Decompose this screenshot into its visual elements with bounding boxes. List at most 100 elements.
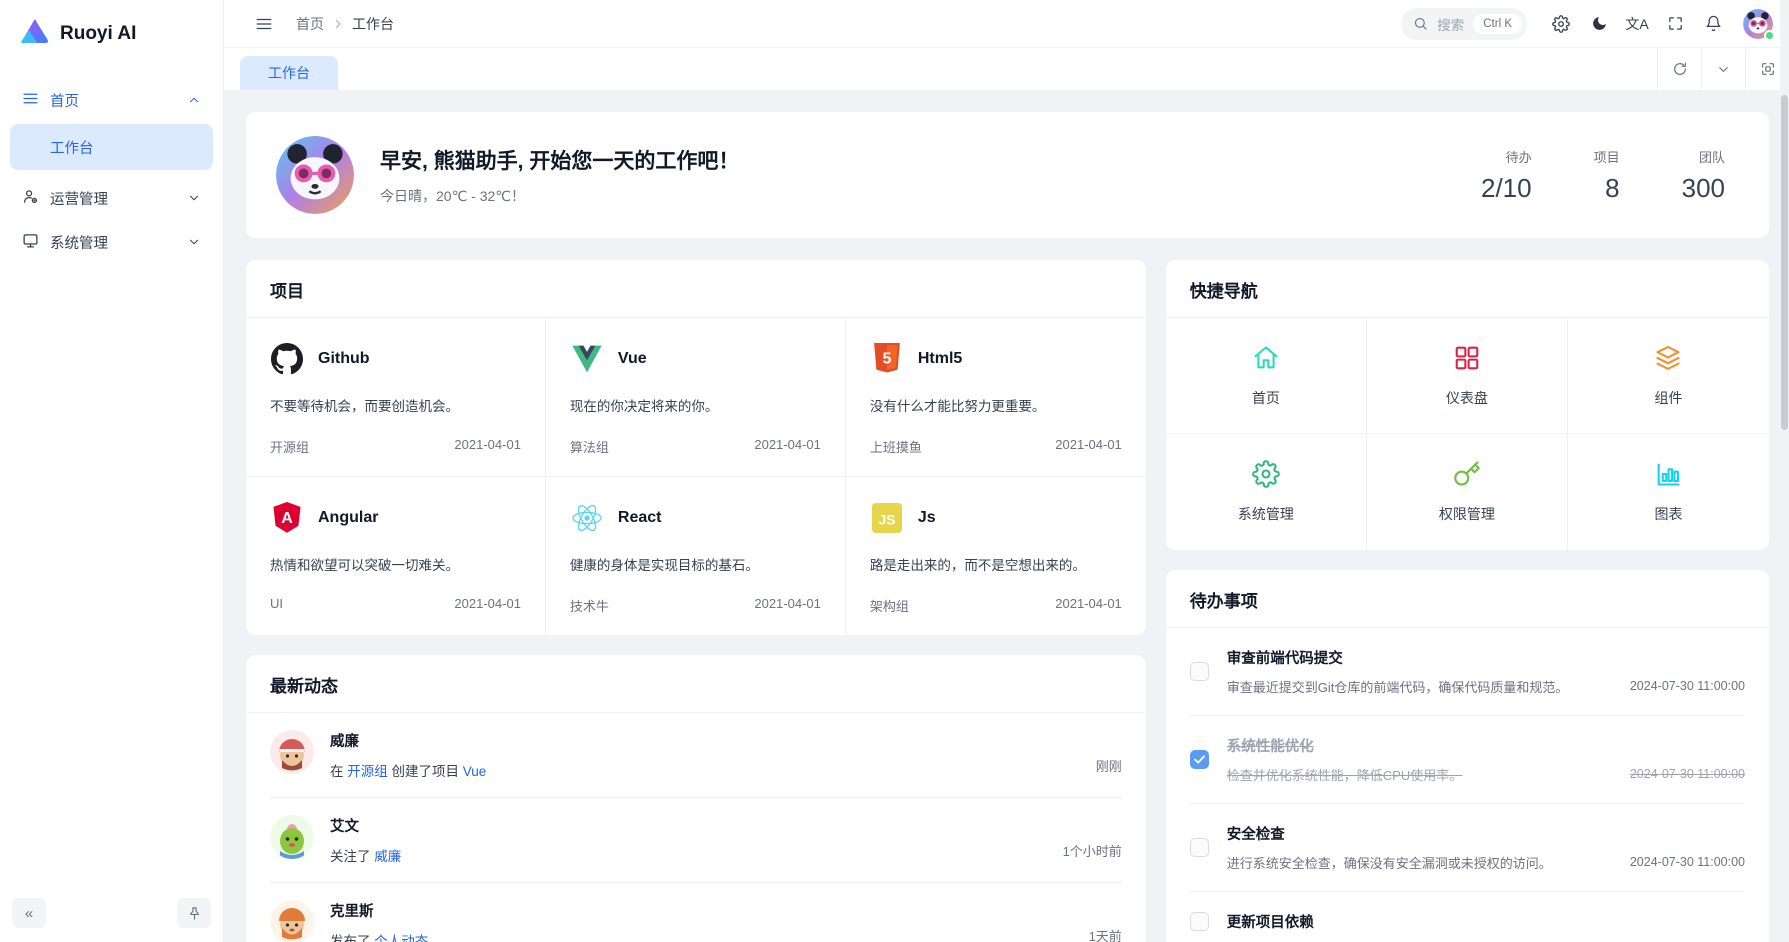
header-actions: 搜索 Ctrl K 文A [1401, 8, 1773, 40]
breadcrumb-current: 工作台 [352, 14, 394, 34]
welcome-title: 早安, 熊猫助手, 开始您一天的工作吧！ [380, 145, 739, 175]
main-area: 首页 工作台 搜索 Ctrl K [224, 0, 1789, 942]
refresh-icon[interactable] [1657, 48, 1701, 90]
activity-link-feed[interactable]: 个人动态 [374, 934, 428, 942]
activity-link-project[interactable]: Vue [463, 764, 487, 779]
project-card-js[interactable]: JS Js 路是走出来的，而不是空想出来的。 架构组2021-04-01 [846, 477, 1146, 635]
chevron-down-icon [187, 235, 201, 249]
app-logo[interactable]: Ruoyi AI [0, 0, 223, 64]
sidebar-item-label: 系统管理 [50, 232, 108, 253]
project-date: 2021-04-01 [754, 437, 821, 456]
todo-checkbox[interactable] [1190, 662, 1209, 681]
project-group: 技术牛 [570, 596, 609, 615]
fullscreen-icon[interactable] [1659, 8, 1691, 40]
welcome-subtitle: 今日晴，20℃ - 32℃！ [380, 186, 739, 206]
project-card-github[interactable]: Github 不要等待机会，而要创造机会。 开源组2021-04-01 [246, 318, 546, 477]
activity-row: 威廉 在 开源组 创建了项目 Vue 刚刚 [270, 713, 1122, 797]
tab-workbench[interactable]: 工作台 [240, 56, 338, 90]
project-group: 架构组 [870, 596, 909, 615]
menu-icon [22, 90, 39, 111]
project-date: 2021-04-01 [754, 596, 821, 615]
projects-title: 项目 [246, 260, 1146, 318]
evan-avatar [270, 815, 314, 865]
todo-checkbox[interactable] [1190, 838, 1209, 857]
search-input[interactable]: 搜索 Ctrl K [1401, 8, 1527, 40]
panda-avatar [276, 136, 354, 214]
project-card-angular[interactable]: A Angular 热情和欲望可以突破一切难关。 UI2021-04-01 [246, 477, 546, 635]
stat-todo: 待办 2/10 [1481, 147, 1532, 204]
project-card-react[interactable]: React 健康的身体是实现目标的基石。 技术牛2021-04-01 [546, 477, 846, 635]
user-gear-icon [22, 188, 39, 209]
hamburger-icon[interactable] [248, 8, 280, 40]
gear-icon[interactable] [1545, 8, 1577, 40]
app-root: Ruoyi AI 首页 工作台 运营管理 [0, 0, 1789, 942]
project-card-html5[interactable]: 5 Html5 没有什么才能比努力更重要。 上班摸鱼2021-04-01 [846, 318, 1146, 477]
sidebar-item-label: 工作台 [50, 137, 94, 158]
stat-team: 团队 300 [1682, 147, 1725, 204]
chevron-down-icon[interactable] [1701, 48, 1745, 90]
vue-icon [570, 342, 604, 376]
breadcrumb-home[interactable]: 首页 [296, 14, 324, 34]
sidebar-item-system[interactable]: 系统管理 [10, 220, 213, 264]
page-content: 早安, 熊猫助手, 开始您一天的工作吧！ 今日晴，20℃ - 32℃！ 待办 2… [224, 90, 1789, 942]
activity-row: 艾文 关注了 威廉 1个小时前 [270, 797, 1122, 882]
monitor-icon [22, 232, 39, 253]
activity-user: 威廉 [330, 730, 486, 751]
chevron-right-icon [332, 18, 344, 30]
quick-nav-components[interactable]: 组件 [1568, 318, 1769, 434]
quick-nav-system[interactable]: 系统管理 [1166, 434, 1367, 550]
js-icon: JS [870, 501, 904, 535]
moon-icon[interactable] [1583, 8, 1615, 40]
project-date: 2021-04-01 [1055, 596, 1122, 615]
sidebar-item-label: 运营管理 [50, 188, 108, 209]
todo-row: 更新项目依赖 [1190, 891, 1745, 942]
todo-row: 系统性能优化 检查并优化系统性能，降低CPU使用率。 2024-07-30 11… [1190, 715, 1745, 803]
translate-icon[interactable]: 文A [1621, 8, 1653, 40]
project-group: 算法组 [570, 437, 609, 456]
william-avatar [270, 730, 314, 780]
pin-icon[interactable] [177, 898, 211, 928]
sidebar-collapse-button[interactable]: « [12, 898, 46, 928]
activity-link-group[interactable]: 开源组 [347, 764, 388, 779]
search-shortcut: Ctrl K [1473, 14, 1522, 34]
todo-checkbox-checked[interactable] [1190, 750, 1209, 769]
tab-actions [1657, 48, 1789, 90]
project-card-vue[interactable]: Vue 现在的你决定将来的你。 算法组2021-04-01 [546, 318, 846, 477]
quick-nav-charts[interactable]: 图表 [1568, 434, 1769, 550]
dashboard-icon [1453, 344, 1481, 375]
project-date: 2021-04-01 [454, 596, 521, 611]
todo-time: 2024-07-30 11:00:00 [1630, 855, 1745, 872]
activity-user: 艾文 [330, 815, 401, 836]
todo-checkbox[interactable] [1190, 912, 1209, 931]
svg-text:5: 5 [882, 350, 891, 367]
quick-nav-title: 快捷导航 [1166, 260, 1769, 318]
sidebar-footer: « [0, 886, 223, 942]
stat-projects: 项目 8 [1594, 147, 1620, 204]
layers-icon [1654, 344, 1682, 375]
scrollbar-thumb[interactable] [1781, 95, 1788, 430]
projects-card: 项目 Github 不要等待机会，而要创造机会。 开源组2021-04-01 [246, 260, 1146, 635]
quick-nav-dashboard[interactable]: 仪表盘 [1367, 318, 1568, 434]
activity-time: 1个小时前 [1063, 841, 1122, 865]
github-icon [270, 342, 304, 376]
sidebar: Ruoyi AI 首页 工作台 运营管理 [0, 0, 224, 942]
search-icon [1413, 16, 1428, 31]
todo-time: 2024-07-30 11:00:00 [1630, 679, 1745, 696]
project-group: UI [270, 596, 283, 611]
sidebar-item-workbench[interactable]: 工作台 [10, 124, 213, 170]
online-status-dot [1764, 30, 1775, 41]
quick-nav-home[interactable]: 首页 [1166, 318, 1367, 434]
todo-row: 审查前端代码提交 审查最近提交到Git仓库的前端代码，确保代码质量和规范。 20… [1190, 628, 1745, 715]
user-avatar[interactable] [1743, 9, 1773, 39]
activity-link-user[interactable]: 威廉 [374, 849, 401, 864]
sidebar-item-operations[interactable]: 运营管理 [10, 176, 213, 220]
quick-nav-permissions[interactable]: 权限管理 [1367, 434, 1568, 550]
bell-icon[interactable] [1697, 8, 1729, 40]
tab-bar: 工作台 [224, 48, 1789, 90]
sidebar-item-home[interactable]: 首页 [10, 78, 213, 122]
sidebar-nav: 首页 工作台 运营管理 系统管理 [0, 64, 223, 886]
search-placeholder: 搜索 [1437, 14, 1464, 34]
chris-avatar [270, 900, 314, 942]
angular-icon: A [270, 501, 304, 535]
gear-icon [1252, 460, 1280, 491]
